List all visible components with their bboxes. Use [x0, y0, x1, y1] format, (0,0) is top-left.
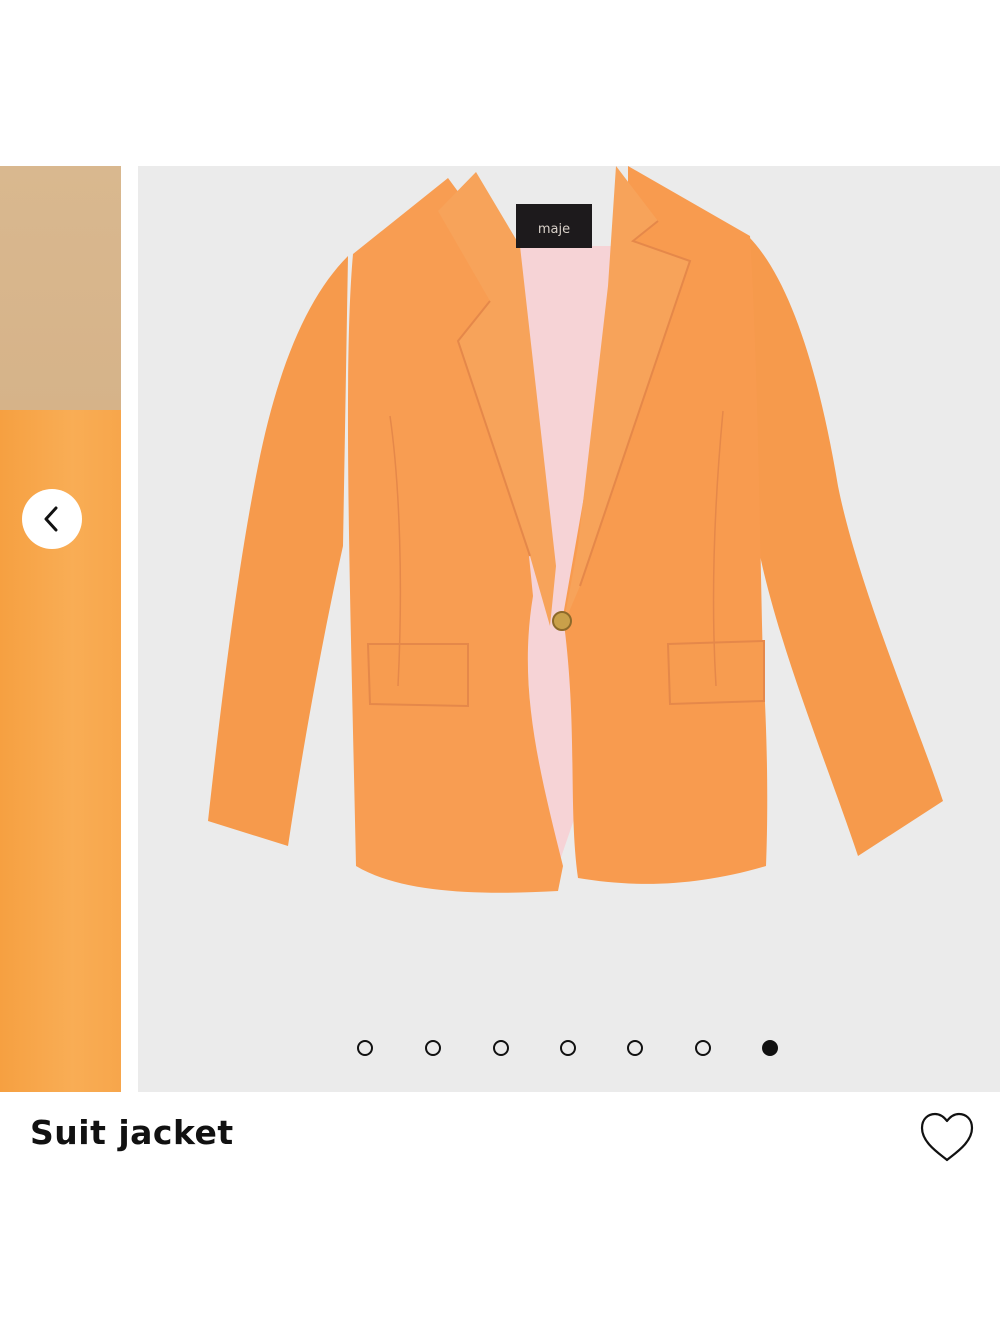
pagination-dot[interactable]	[493, 1040, 509, 1056]
product-title: Suit jacket	[30, 1113, 234, 1152]
jacket-illustration: maje	[208, 166, 943, 893]
pagination-dot[interactable]	[627, 1040, 643, 1056]
pagination-dot[interactable]	[357, 1040, 373, 1056]
pagination-dot-active[interactable]	[762, 1040, 778, 1056]
pagination-dot[interactable]	[425, 1040, 441, 1056]
carousel-pagination	[0, 1040, 1000, 1062]
brand-label: maje	[538, 222, 570, 237]
product-main-image[interactable]: maje	[138, 166, 1000, 1092]
previous-image-thumbnail[interactable]	[0, 166, 121, 1092]
pagination-dot[interactable]	[695, 1040, 711, 1056]
previous-image-button[interactable]	[22, 489, 82, 549]
favorite-button[interactable]	[918, 1110, 976, 1164]
heart-outline-icon	[920, 1112, 974, 1162]
chevron-left-icon	[44, 506, 58, 532]
thumbnail-background	[0, 166, 121, 410]
pagination-dot[interactable]	[560, 1040, 576, 1056]
